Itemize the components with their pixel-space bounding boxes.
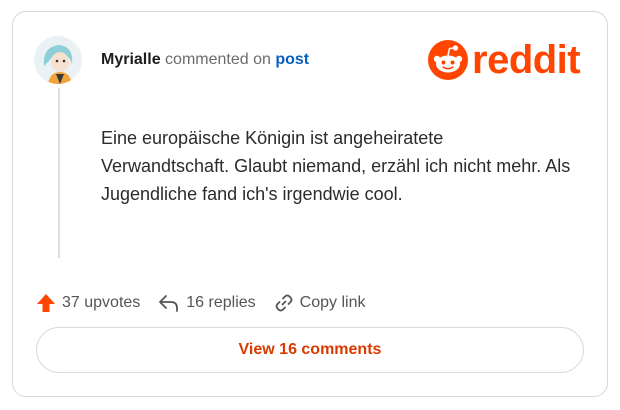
replies-button[interactable]: 16 replies	[158, 293, 256, 313]
copy-link-button[interactable]: Copy link	[274, 293, 366, 313]
reddit-logo[interactable]: reddit	[428, 38, 581, 82]
comment-actions: 37 upvotes 16 replies Copy link	[36, 290, 383, 316]
reddit-wordmark: reddit	[472, 38, 581, 82]
reply-arrow-icon	[159, 295, 179, 312]
upvote-arrow-icon	[37, 294, 55, 312]
author-name[interactable]: Myrialle	[101, 51, 161, 68]
upvote-button[interactable]: 37 upvotes	[36, 293, 140, 313]
reddit-snoo-icon	[428, 40, 468, 80]
copy-link-label: Copy link	[299, 294, 366, 311]
post-link[interactable]: post	[275, 51, 309, 68]
commented-on-text: commented on	[165, 51, 271, 68]
view-comments-button[interactable]: View 16 comments	[36, 327, 584, 373]
link-icon	[275, 294, 293, 312]
comment-body: Eine europäische Königin ist angeheirate…	[101, 128, 571, 204]
avatar[interactable]	[34, 36, 82, 84]
thread-line	[58, 88, 60, 258]
replies-count: 16 replies	[186, 294, 256, 311]
comment-header: Myrialle commented on post	[101, 50, 309, 70]
upvote-count: 37 upvotes	[62, 294, 141, 311]
